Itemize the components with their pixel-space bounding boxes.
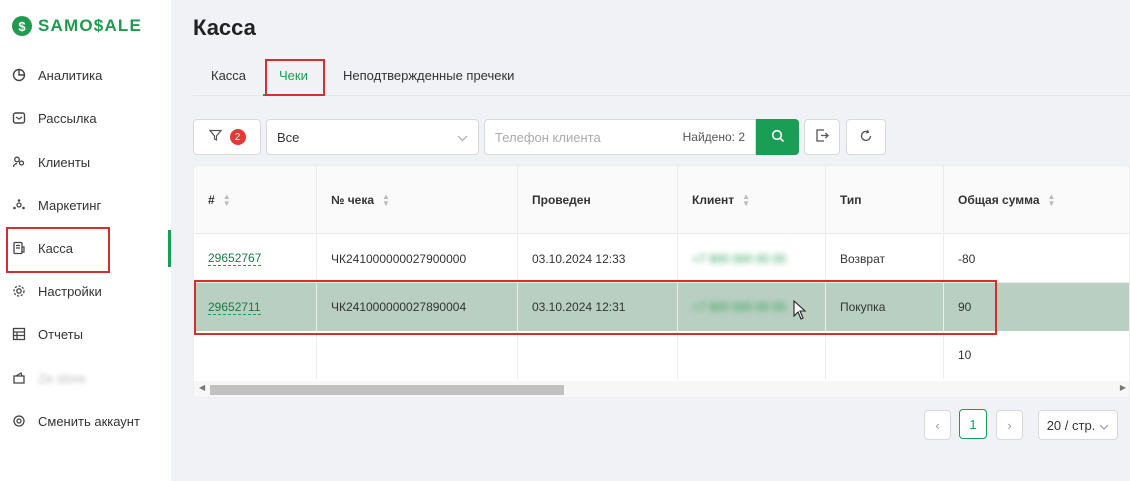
receipt-id-link[interactable]: 29652767 bbox=[208, 251, 262, 266]
status-select[interactable]: Все bbox=[266, 119, 479, 155]
summary-cell bbox=[518, 331, 678, 379]
filter-button[interactable]: 2 bbox=[193, 119, 261, 155]
refresh-icon bbox=[859, 129, 873, 146]
summary-cell bbox=[317, 331, 518, 379]
column-header-conducted: Проведен bbox=[518, 166, 678, 234]
scroll-right-icon[interactable]: ▶ bbox=[1120, 383, 1126, 392]
client-cell[interactable]: +7 900 000 00 00 bbox=[692, 300, 786, 314]
column-header-check-number[interactable]: № чека ▲ ▼ bbox=[317, 166, 518, 234]
filter-icon bbox=[208, 129, 222, 145]
sidebar-item-label: Отчеты bbox=[38, 326, 83, 342]
export-icon bbox=[815, 128, 830, 146]
summary-total-cell: 10 bbox=[958, 348, 972, 362]
switch-account-icon bbox=[12, 414, 26, 428]
sidebar-item-cashbox[interactable]: Касса bbox=[12, 238, 73, 258]
filter-count-badge: 2 bbox=[229, 129, 246, 145]
sidebar: $ SAMO$ALE Аналитика Рассылка Клиенты Ма… bbox=[0, 0, 171, 481]
chevron-down-icon bbox=[1099, 418, 1109, 433]
horizontal-scrollbar[interactable]: ◀ ▶ bbox=[194, 381, 1129, 397]
tab-unconfirmed-prechecks[interactable]: Неподтвержденные пречеки bbox=[343, 68, 514, 83]
sort-icon[interactable]: ▲ ▼ bbox=[742, 192, 750, 207]
sidebar-item-marketing[interactable]: Маркетинг bbox=[12, 195, 101, 215]
next-page-button[interactable]: › bbox=[996, 410, 1023, 440]
sidebar-item-store[interactable]: Ze store bbox=[12, 368, 86, 388]
mailing-icon bbox=[12, 111, 26, 125]
sidebar-item-clients[interactable]: Клиенты bbox=[12, 152, 90, 172]
mouse-cursor-icon bbox=[793, 299, 807, 323]
sidebar-item-analytics[interactable]: Аналитика bbox=[12, 65, 102, 85]
active-tab-underline bbox=[263, 94, 323, 96]
receipts-table: # ▲ ▼ № чека ▲ ▼ Проведен Клиент ▲ ▼ Тип Общая… bbox=[193, 165, 1130, 398]
sidebar-item-reports[interactable]: Отчеты bbox=[12, 324, 83, 344]
sum-cell: -80 bbox=[958, 251, 976, 266]
settings-icon bbox=[12, 284, 26, 298]
column-header-total-sum[interactable]: Общая сумма ▲ ▼ bbox=[944, 166, 1129, 234]
page-size-value: 20 / стр. bbox=[1046, 417, 1096, 433]
wallet-icon bbox=[12, 371, 26, 385]
sort-icon[interactable]: ▲ ▼ bbox=[1048, 192, 1056, 207]
column-header-client[interactable]: Клиент ▲ ▼ bbox=[678, 166, 826, 234]
logo[interactable]: $ SAMO$ALE bbox=[12, 16, 142, 36]
sum-cell: 90 bbox=[958, 300, 972, 314]
type-cell: Покупка bbox=[826, 283, 944, 331]
summary-cell bbox=[678, 331, 826, 379]
sidebar-item-label: Маркетинг bbox=[38, 197, 102, 213]
page-button-current[interactable]: 1 bbox=[959, 409, 987, 439]
tab-receipts[interactable]: Чеки bbox=[279, 68, 308, 83]
sidebar-item-label: Клиенты bbox=[38, 154, 91, 170]
chevron-down-icon bbox=[457, 130, 468, 145]
sidebar-item-label: Ze store bbox=[38, 370, 86, 386]
search-icon bbox=[771, 129, 785, 146]
check-number-cell: ЧК241000000027900000 bbox=[317, 234, 518, 283]
tab-bar: Касса Чеки Неподтвержденные пречеки bbox=[193, 58, 1130, 96]
chevron-right-icon: › bbox=[1007, 417, 1012, 433]
conducted-cell: 03.10.2024 12:33 bbox=[518, 234, 678, 283]
found-count: Найдено: 2 bbox=[682, 130, 745, 144]
clients-icon bbox=[12, 155, 26, 169]
conducted-cell: 03.10.2024 12:31 bbox=[518, 283, 678, 331]
summary-cell bbox=[194, 331, 317, 379]
scroll-thumb[interactable] bbox=[210, 385, 564, 395]
sidebar-item-label: Рассылка bbox=[38, 110, 97, 126]
phone-search-input[interactable]: Телефон клиента Найдено: 2 bbox=[484, 119, 756, 155]
sort-icon[interactable]: ▲ ▼ bbox=[382, 192, 390, 207]
logo-text: SAMO$ALE bbox=[38, 16, 143, 35]
column-header-id[interactable]: # ▲ ▼ bbox=[194, 166, 317, 234]
search-button[interactable] bbox=[756, 119, 799, 155]
search-placeholder: Телефон клиента bbox=[495, 129, 601, 145]
sort-icon[interactable]: ▲ ▼ bbox=[223, 192, 231, 207]
logo-mark-icon: $ bbox=[12, 16, 32, 36]
sidebar-item-label: Настройки bbox=[38, 283, 102, 299]
summary-cell bbox=[826, 331, 944, 379]
receipt-id-link[interactable]: 29652711 bbox=[208, 300, 261, 315]
page-title: Касса bbox=[193, 15, 256, 40]
select-value: Все bbox=[277, 129, 300, 145]
check-number-cell: ЧК241000000027890004 bbox=[317, 283, 518, 331]
sidebar-item-label: Аналитика bbox=[38, 67, 103, 83]
cashbox-icon bbox=[12, 241, 26, 255]
scroll-left-icon[interactable]: ◀ bbox=[199, 383, 205, 392]
reports-icon bbox=[12, 327, 26, 341]
prev-page-button[interactable]: ‹ bbox=[924, 410, 951, 440]
sidebar-item-label: Касса bbox=[38, 240, 74, 256]
column-header-type: Тип bbox=[826, 166, 944, 234]
sidebar-item-settings[interactable]: Настройки bbox=[12, 281, 102, 301]
active-indicator bbox=[168, 230, 171, 267]
refresh-button[interactable] bbox=[846, 119, 886, 155]
page-size-select[interactable]: 20 / стр. bbox=[1038, 410, 1118, 440]
analytics-icon bbox=[12, 68, 26, 82]
sidebar-item-label: Сменить аккаунт bbox=[38, 413, 140, 429]
export-button[interactable] bbox=[804, 119, 840, 155]
sidebar-item-mailing[interactable]: Рассылка bbox=[12, 108, 97, 128]
tab-cashbox[interactable]: Касса bbox=[211, 68, 246, 83]
client-cell[interactable]: +7 900 000 00 00 bbox=[692, 252, 786, 266]
chevron-left-icon: ‹ bbox=[935, 417, 940, 433]
sidebar-item-switch-account[interactable]: Сменить аккаунт bbox=[12, 411, 140, 431]
marketing-icon bbox=[12, 198, 26, 212]
type-cell: Возврат bbox=[826, 234, 944, 283]
